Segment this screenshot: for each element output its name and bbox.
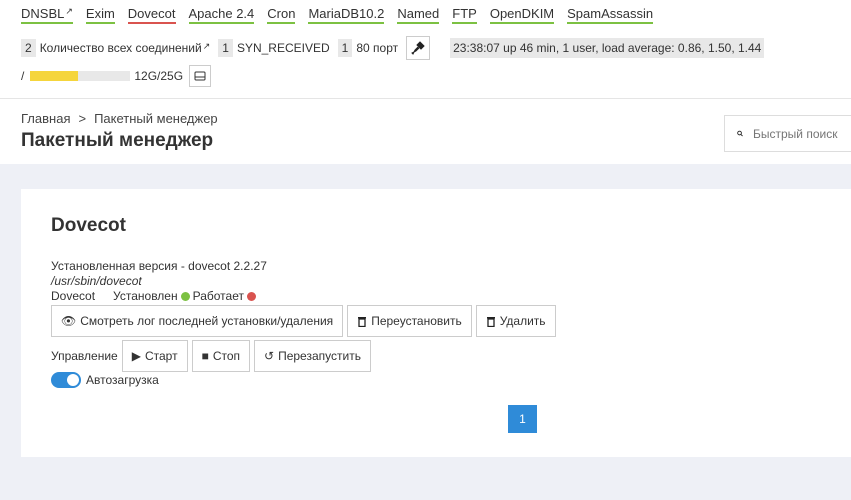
plug-icon <box>411 41 425 55</box>
service-cron[interactable]: Cron <box>267 6 296 24</box>
disk-details-button[interactable] <box>189 65 212 87</box>
autoload-label: Автозагрузка <box>86 373 159 387</box>
connections-count-badge: 2 <box>21 39 36 57</box>
server-stats: 2 Количество всех соединений↗ 1 SYN_RECE… <box>21 36 765 60</box>
reinstall-button[interactable]: Переустановить <box>347 305 472 337</box>
running-status-dot <box>246 291 256 301</box>
service-opendkim[interactable]: OpenDKIM <box>489 6 555 24</box>
play-icon: ▶ <box>131 349 141 363</box>
package-title: Dovecot <box>51 215 126 236</box>
disk-usage-text: 12G/25G <box>134 69 184 83</box>
syn-count-badge: 1 <box>218 39 233 57</box>
services-bar: DNSBL↗ Exim Dovecot Apache 2.4 Cron Mari… <box>21 6 666 24</box>
disk-mount: / <box>21 69 25 83</box>
installed-version: Установленная версия - dovecot 2.2.27 <box>51 259 267 273</box>
restart-button[interactable]: ↺ Перезапустить <box>254 340 371 372</box>
external-link-icon: ↗ <box>65 6 73 16</box>
stop-icon: ■ <box>201 349 209 363</box>
disk-usage-fill <box>30 71 79 81</box>
disk-usage-bar <box>30 71 131 81</box>
eye-icon: 👁 <box>61 314 77 328</box>
header-divider <box>0 98 851 99</box>
service-apache[interactable]: Apache 2.4 <box>188 6 255 24</box>
package-status: Dovecot Установлен Работает <box>51 289 259 303</box>
autoload-setting: Автозагрузка <box>51 372 159 388</box>
service-named[interactable]: Named <box>397 6 440 24</box>
service-exim[interactable]: Exim <box>85 6 115 24</box>
package-actions: 👁 Смотреть лог последней установки/удале… <box>51 305 556 337</box>
quick-search-input[interactable] <box>753 126 851 141</box>
service-spamassassin[interactable]: SpamAssassin <box>567 6 654 24</box>
package-short-name: Dovecot <box>51 289 96 303</box>
installed-label: Установлен <box>113 289 178 303</box>
page-button-current[interactable]: 1 <box>508 405 537 433</box>
port-label: 80 порт <box>356 41 399 55</box>
package-card: Dovecot Установленная версия - dovecot 2… <box>21 189 851 457</box>
service-mariadb[interactable]: MariaDB10.2 <box>308 6 385 24</box>
remove-button[interactable]: Удалить <box>475 305 556 337</box>
external-link-icon: ↗ <box>202 41 211 51</box>
package-path: /usr/sbin/dovecot <box>51 274 142 288</box>
view-log-button[interactable]: 👁 Смотреть лог последней установки/удале… <box>51 305 344 337</box>
start-button[interactable]: ▶ Старт <box>121 340 188 372</box>
port-count-badge: 1 <box>337 39 353 57</box>
search-icon <box>737 130 743 137</box>
trash-icon <box>486 316 495 327</box>
stop-button[interactable]: ■ Стоп <box>191 340 251 372</box>
trash-icon <box>358 316 367 327</box>
breadcrumb-separator: > <box>78 111 87 126</box>
page-title: Пакетный менеджер <box>21 130 214 151</box>
uptime-text: 23:38:07 up 46 min, 1 user, load average… <box>450 38 765 58</box>
breadcrumb-home[interactable]: Главная <box>21 111 70 126</box>
service-dovecot[interactable]: Dovecot <box>127 6 176 24</box>
autoload-toggle[interactable] <box>51 372 81 388</box>
syn-label: SYN_RECEIVED <box>236 41 330 55</box>
connections-link[interactable]: Количество всех соединений↗ <box>40 41 211 55</box>
controls-label: Управление <box>51 349 118 363</box>
running-label: Работает <box>192 289 244 303</box>
toggle-knob <box>67 374 79 386</box>
installed-status-dot <box>180 291 190 301</box>
quick-search[interactable] <box>724 115 851 152</box>
disk-usage: / 12G/25G <box>21 65 212 87</box>
service-controls: Управление ▶ Старт ■ Стоп ↺ Перезапустит… <box>51 340 371 372</box>
drive-icon <box>194 71 206 81</box>
service-ftp[interactable]: FTP <box>452 6 477 24</box>
restart-icon: ↺ <box>264 349 275 363</box>
breadcrumb-current: Пакетный менеджер <box>94 111 218 126</box>
breadcrumb: Главная > Пакетный менеджер <box>21 111 218 126</box>
plug-button[interactable] <box>406 36 431 60</box>
service-dnsbl[interactable]: DNSBL↗ <box>21 6 73 24</box>
